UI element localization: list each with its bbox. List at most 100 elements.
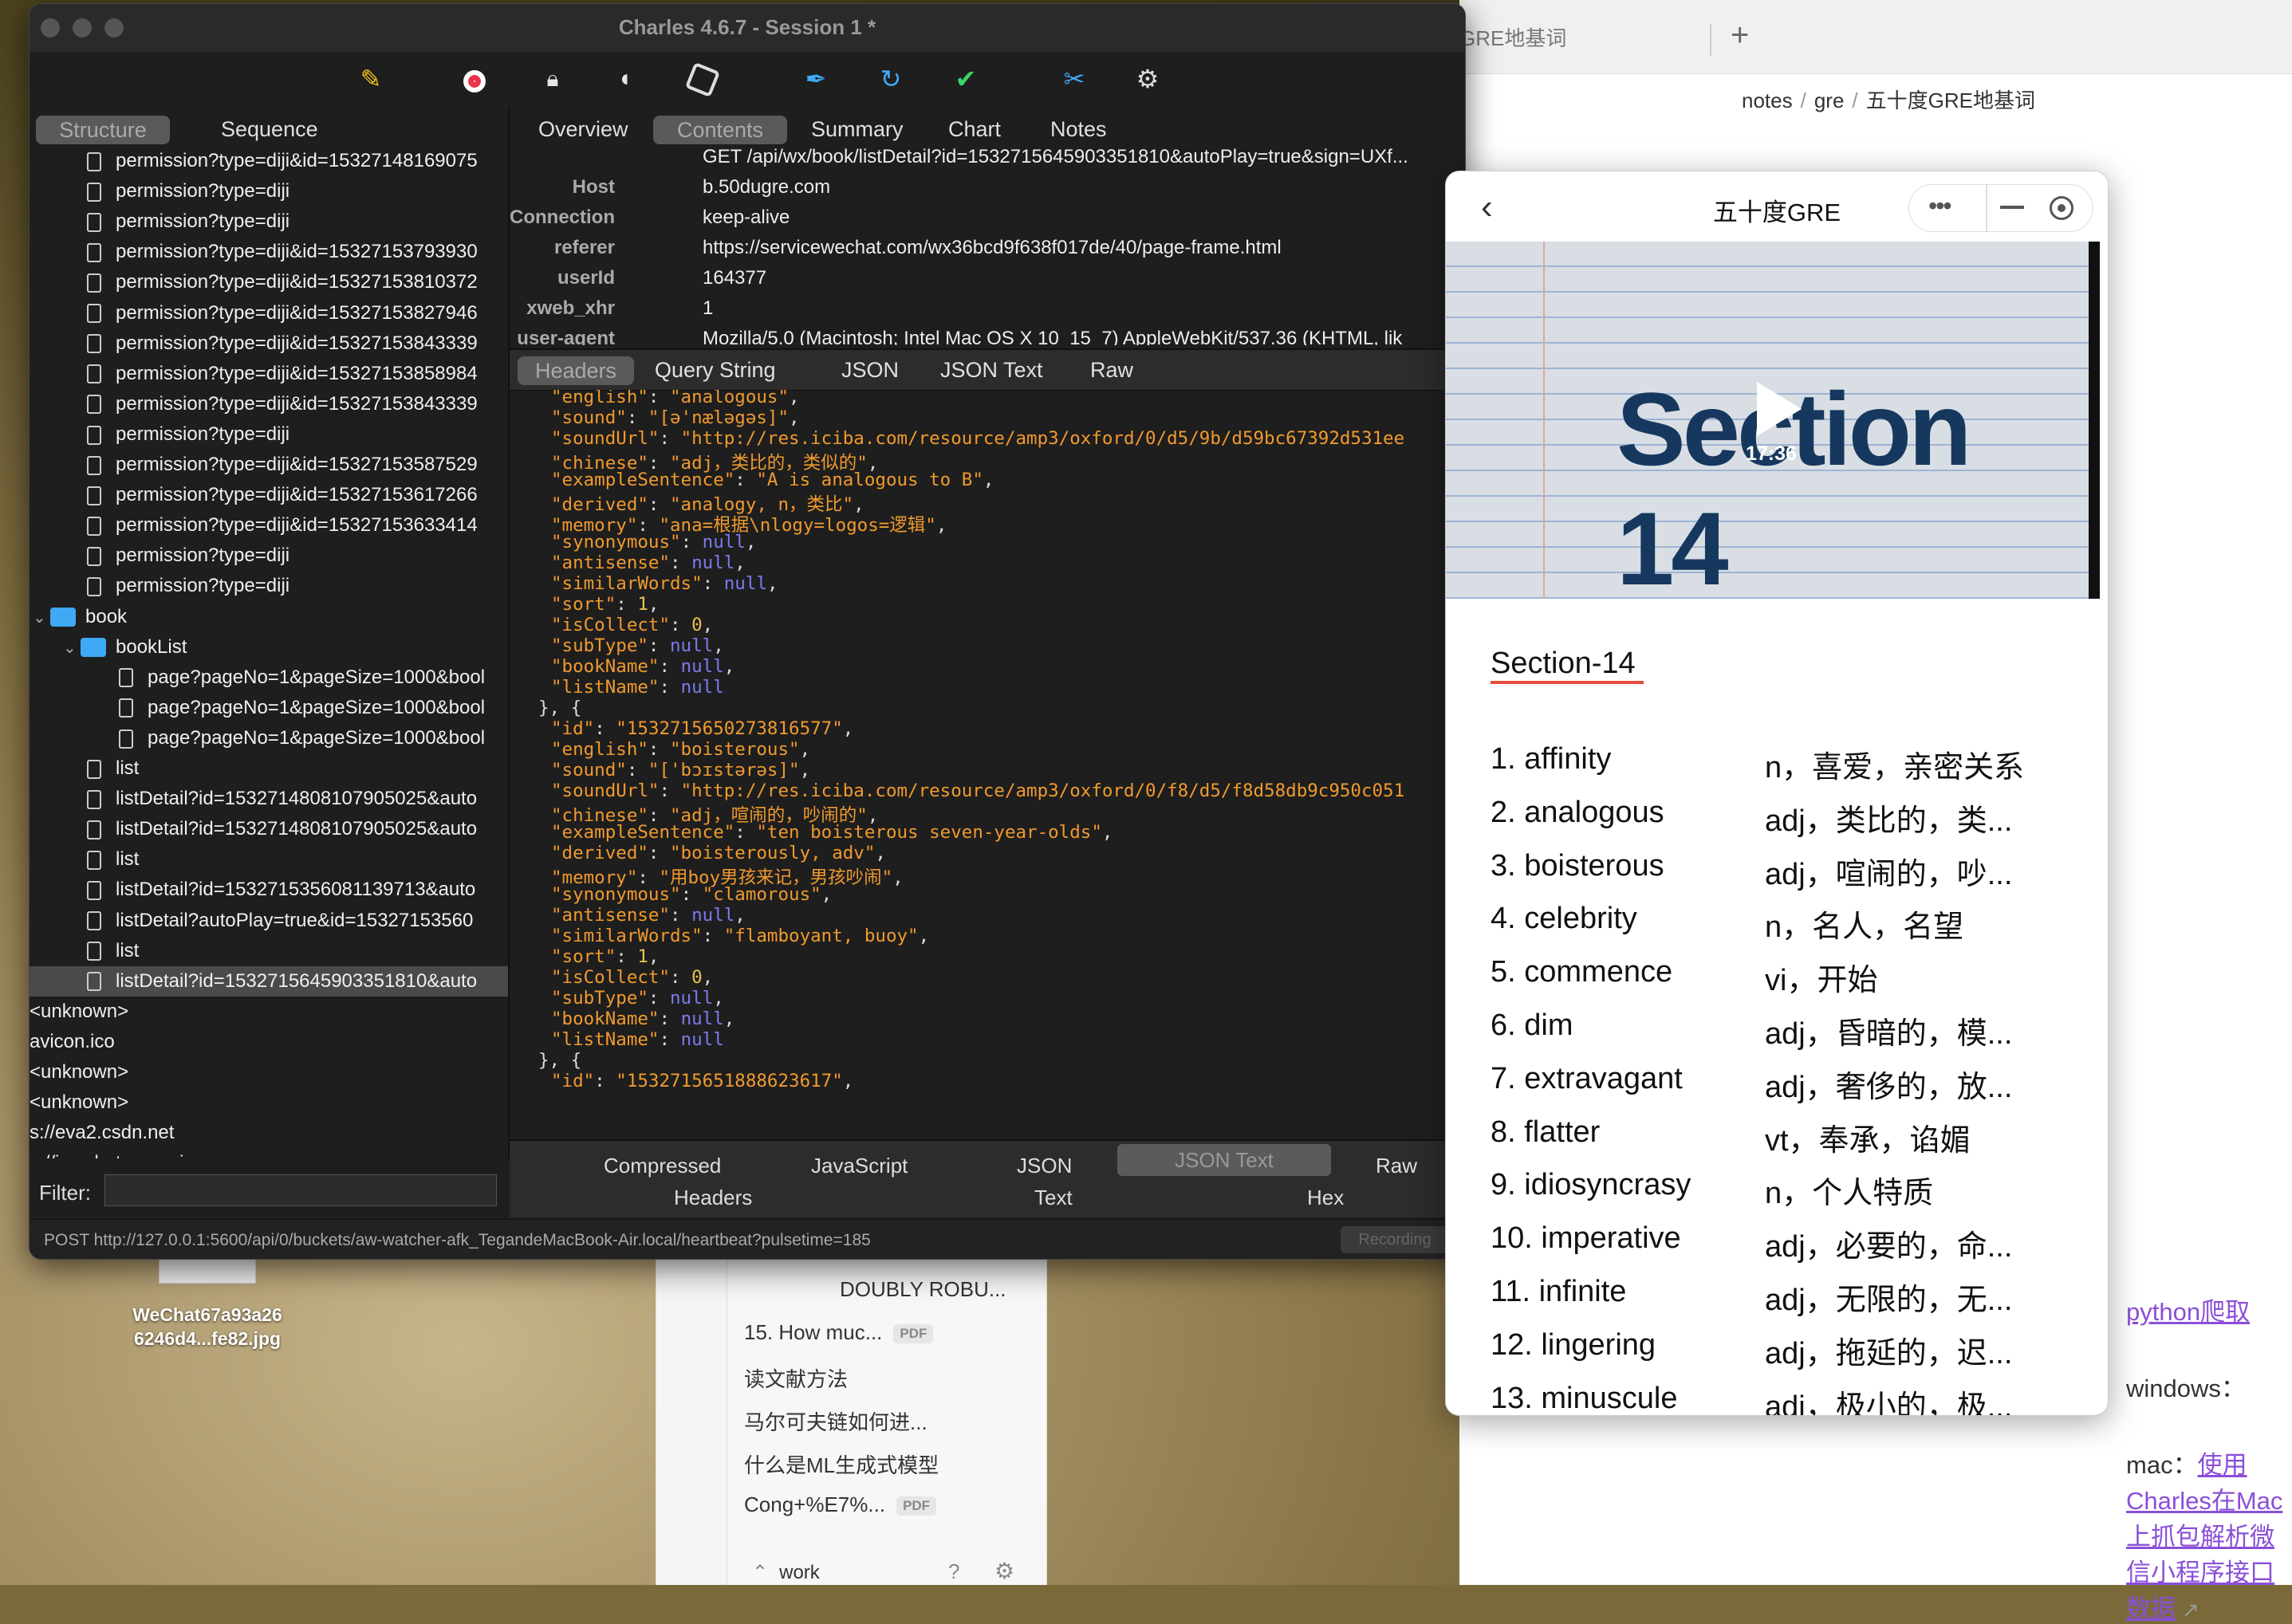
word-item[interactable]: 9. idiosyncrasy (1491, 1168, 1691, 1202)
tab-request-json[interactable]: JSON (841, 358, 899, 383)
tree-row[interactable]: listDetail?id=1532715356081139713&auto (30, 875, 508, 905)
tab-response-json[interactable]: JSON (1017, 1154, 1072, 1178)
header-row[interactable]: referer https://servicewechat.com/wx36bcd… (510, 237, 1465, 267)
tree-row[interactable]: permission?type=diji (30, 176, 508, 206)
breadcrumb-page[interactable]: 五十度GRE地基词 (1866, 88, 2035, 112)
stop-icon[interactable] (684, 61, 721, 98)
word-item[interactable]: 8. flatter (1491, 1115, 1600, 1150)
tab-request-json-text[interactable]: JSON Text (940, 358, 1043, 383)
tab-contents[interactable]: Contents (653, 116, 787, 144)
tab-response-text[interactable]: Text (1034, 1186, 1073, 1210)
tree-row[interactable]: permission?type=diji (30, 206, 508, 237)
tab-summary[interactable]: Summary (811, 117, 904, 142)
tree-row[interactable]: permission?type=diji&id=15327153843339 (30, 328, 508, 359)
word-item[interactable]: 12. lingering (1491, 1328, 1656, 1363)
tree-row[interactable]: permission?type=diji&id=15327153587529 (30, 450, 508, 480)
tab-javascript[interactable]: JavaScript (811, 1154, 908, 1178)
tab-structure[interactable]: Structure (36, 116, 170, 144)
lock-icon[interactable]: 🔒︎ (535, 61, 570, 96)
word-item[interactable]: 2. analogous (1491, 796, 1664, 830)
check-icon[interactable]: ✔ (948, 61, 983, 96)
word-item[interactable]: 3. boisterous (1491, 849, 1664, 883)
filter-input[interactable] (104, 1174, 497, 1206)
help-icon[interactable]: ? (948, 1559, 959, 1584)
tab-query-string[interactable]: Query String (655, 358, 776, 383)
tree-row[interactable]: permission?type=diji&id=15327153827946 (30, 298, 508, 328)
tab-request-headers[interactable]: Headers (518, 356, 635, 385)
python-link[interactable]: python爬取 (2126, 1298, 2250, 1326)
tree-row[interactable]: page?pageNo=1&pageSize=1000&bool (30, 663, 508, 693)
tree-row[interactable]: page?pageNo=1&pageSize=1000&bool (30, 693, 508, 723)
tree-row[interactable]: listDetail?id=1532714808107905025&auto (30, 814, 508, 844)
word-item[interactable]: 7. extravagant (1491, 1062, 1683, 1096)
word-item[interactable]: 4. celebrity (1491, 902, 1637, 936)
tab-response-raw[interactable]: Raw (1376, 1154, 1417, 1178)
disclosure-icon[interactable]: ⌄ (63, 633, 81, 663)
pen-icon[interactable]: ✒ (798, 61, 833, 96)
list-item[interactable]: 马尔可夫链如何进... (744, 1406, 927, 1436)
close-target-icon[interactable] (2050, 196, 2073, 220)
tools-icon[interactable]: ✂ (1057, 61, 1092, 96)
tree-row[interactable]: permission?type=diji&id=15327153617266 (30, 480, 508, 510)
workspace-switcher[interactable]: ⌃ work (752, 1561, 820, 1584)
play-icon[interactable] (1757, 382, 1802, 436)
refresh-icon[interactable]: ↻ (873, 61, 908, 96)
tree-row[interactable]: permission?type=diji&id=15327153633414 (30, 510, 508, 541)
tree-row[interactable]: permission?type=diji (30, 571, 508, 601)
word-item[interactable]: 10. imperative (1491, 1221, 1681, 1256)
settings-icon[interactable]: ⚙ (1130, 61, 1165, 96)
turtle-icon[interactable]: ◖ (607, 61, 642, 96)
word-item[interactable]: 1. affinity (1491, 742, 1611, 777)
header-row[interactable]: user-agent Mozilla/5.0 (Macintosh; Intel … (510, 328, 1465, 345)
tree-row[interactable]: list (30, 844, 508, 875)
tab-request-raw[interactable]: Raw (1090, 358, 1133, 383)
list-item[interactable]: 什么是ML生成式模型 (744, 1449, 939, 1479)
word-item[interactable]: 6. dim (1491, 1009, 1573, 1043)
list-item[interactable]: 15. How muc... PDF (744, 1320, 934, 1345)
response-json-text[interactable]: "english": "analogous", "sound": "[ə'nælə… (510, 390, 1465, 1139)
browser-tab[interactable]: GRE地基词 (1459, 22, 1566, 52)
gear-icon[interactable]: ⚙ (994, 1558, 1014, 1584)
header-row[interactable]: userId 164377 (510, 267, 1465, 297)
list-item[interactable]: DOUBLY ROBU... (840, 1277, 1006, 1302)
breadcrumb-notes[interactable]: notes (1742, 88, 1793, 112)
tree-row[interactable]: <unknown> (30, 997, 508, 1027)
header-row[interactable]: Host b.50dugre.com (510, 176, 1465, 206)
tab-sequence[interactable]: Sequence (221, 117, 318, 142)
record-icon[interactable] (457, 61, 492, 96)
tab-chart[interactable]: Chart (948, 117, 1001, 142)
broom-icon[interactable]: ✎ (353, 61, 388, 96)
minimize-icon[interactable] (2000, 206, 2024, 209)
tree-folder-row[interactable]: ⌄ bookList (30, 632, 508, 663)
tree-row[interactable]: page?pageNo=1&pageSize=1000&bool (30, 723, 508, 753)
tab-notes[interactable]: Notes (1050, 117, 1107, 142)
header-row[interactable]: xweb_xhr 1 (510, 297, 1465, 328)
tree-row[interactable]: avicon.ico (30, 1027, 508, 1057)
header-row[interactable]: Connection keep-alive (510, 206, 1465, 237)
tree-row[interactable]: permission?type=diji&id=15327153810372 (30, 267, 508, 297)
new-tab-button[interactable]: + (1731, 18, 1749, 53)
tree-row[interactable]: listDetail?id=1532715645903351810&auto (30, 965, 508, 997)
tree-row[interactable]: permission?type=diji&id=15327153843339 (30, 389, 508, 419)
disclosure-icon[interactable]: ⌄ (33, 603, 50, 632)
header-row[interactable]: GET /api/wx/book/listDetail?id=153271564… (510, 146, 1465, 176)
tab-overview[interactable]: Overview (538, 117, 628, 142)
tree-row[interactable]: list (30, 753, 508, 784)
tree-row[interactable]: <unknown> (30, 1087, 508, 1118)
tree-row[interactable]: <unknown> (30, 1057, 508, 1087)
tree-row[interactable]: listDetail?id=1532714808107905025&auto (30, 784, 508, 814)
tree-row[interactable]: permission?type=diji&id=15327153793930 (30, 237, 508, 267)
video-player[interactable]: Section 14 17:36 (1446, 242, 2100, 599)
tree-row[interactable]: s://eva2.csdn.net (30, 1118, 508, 1148)
word-item[interactable]: 11. infinite (1491, 1275, 1626, 1309)
tree-row[interactable]: listDetail?autoPlay=true&id=15327153560 (30, 906, 508, 936)
list-item[interactable]: 读文献方法 (744, 1363, 848, 1393)
tab-compressed[interactable]: Compressed (604, 1154, 721, 1178)
tree-folder-row[interactable]: ⌄ book (30, 602, 508, 632)
tab-response-hex[interactable]: Hex (1307, 1186, 1344, 1210)
desktop-file[interactable]: WeChat67a93a26 6246d4...fe82.jpg (112, 1244, 303, 1351)
tree-row[interactable]: list (30, 936, 508, 966)
word-item[interactable]: 13. minuscule (1491, 1382, 1677, 1415)
breadcrumb-gre[interactable]: gre (1814, 88, 1845, 112)
list-item[interactable]: Cong+%E7%... PDF (744, 1492, 937, 1517)
